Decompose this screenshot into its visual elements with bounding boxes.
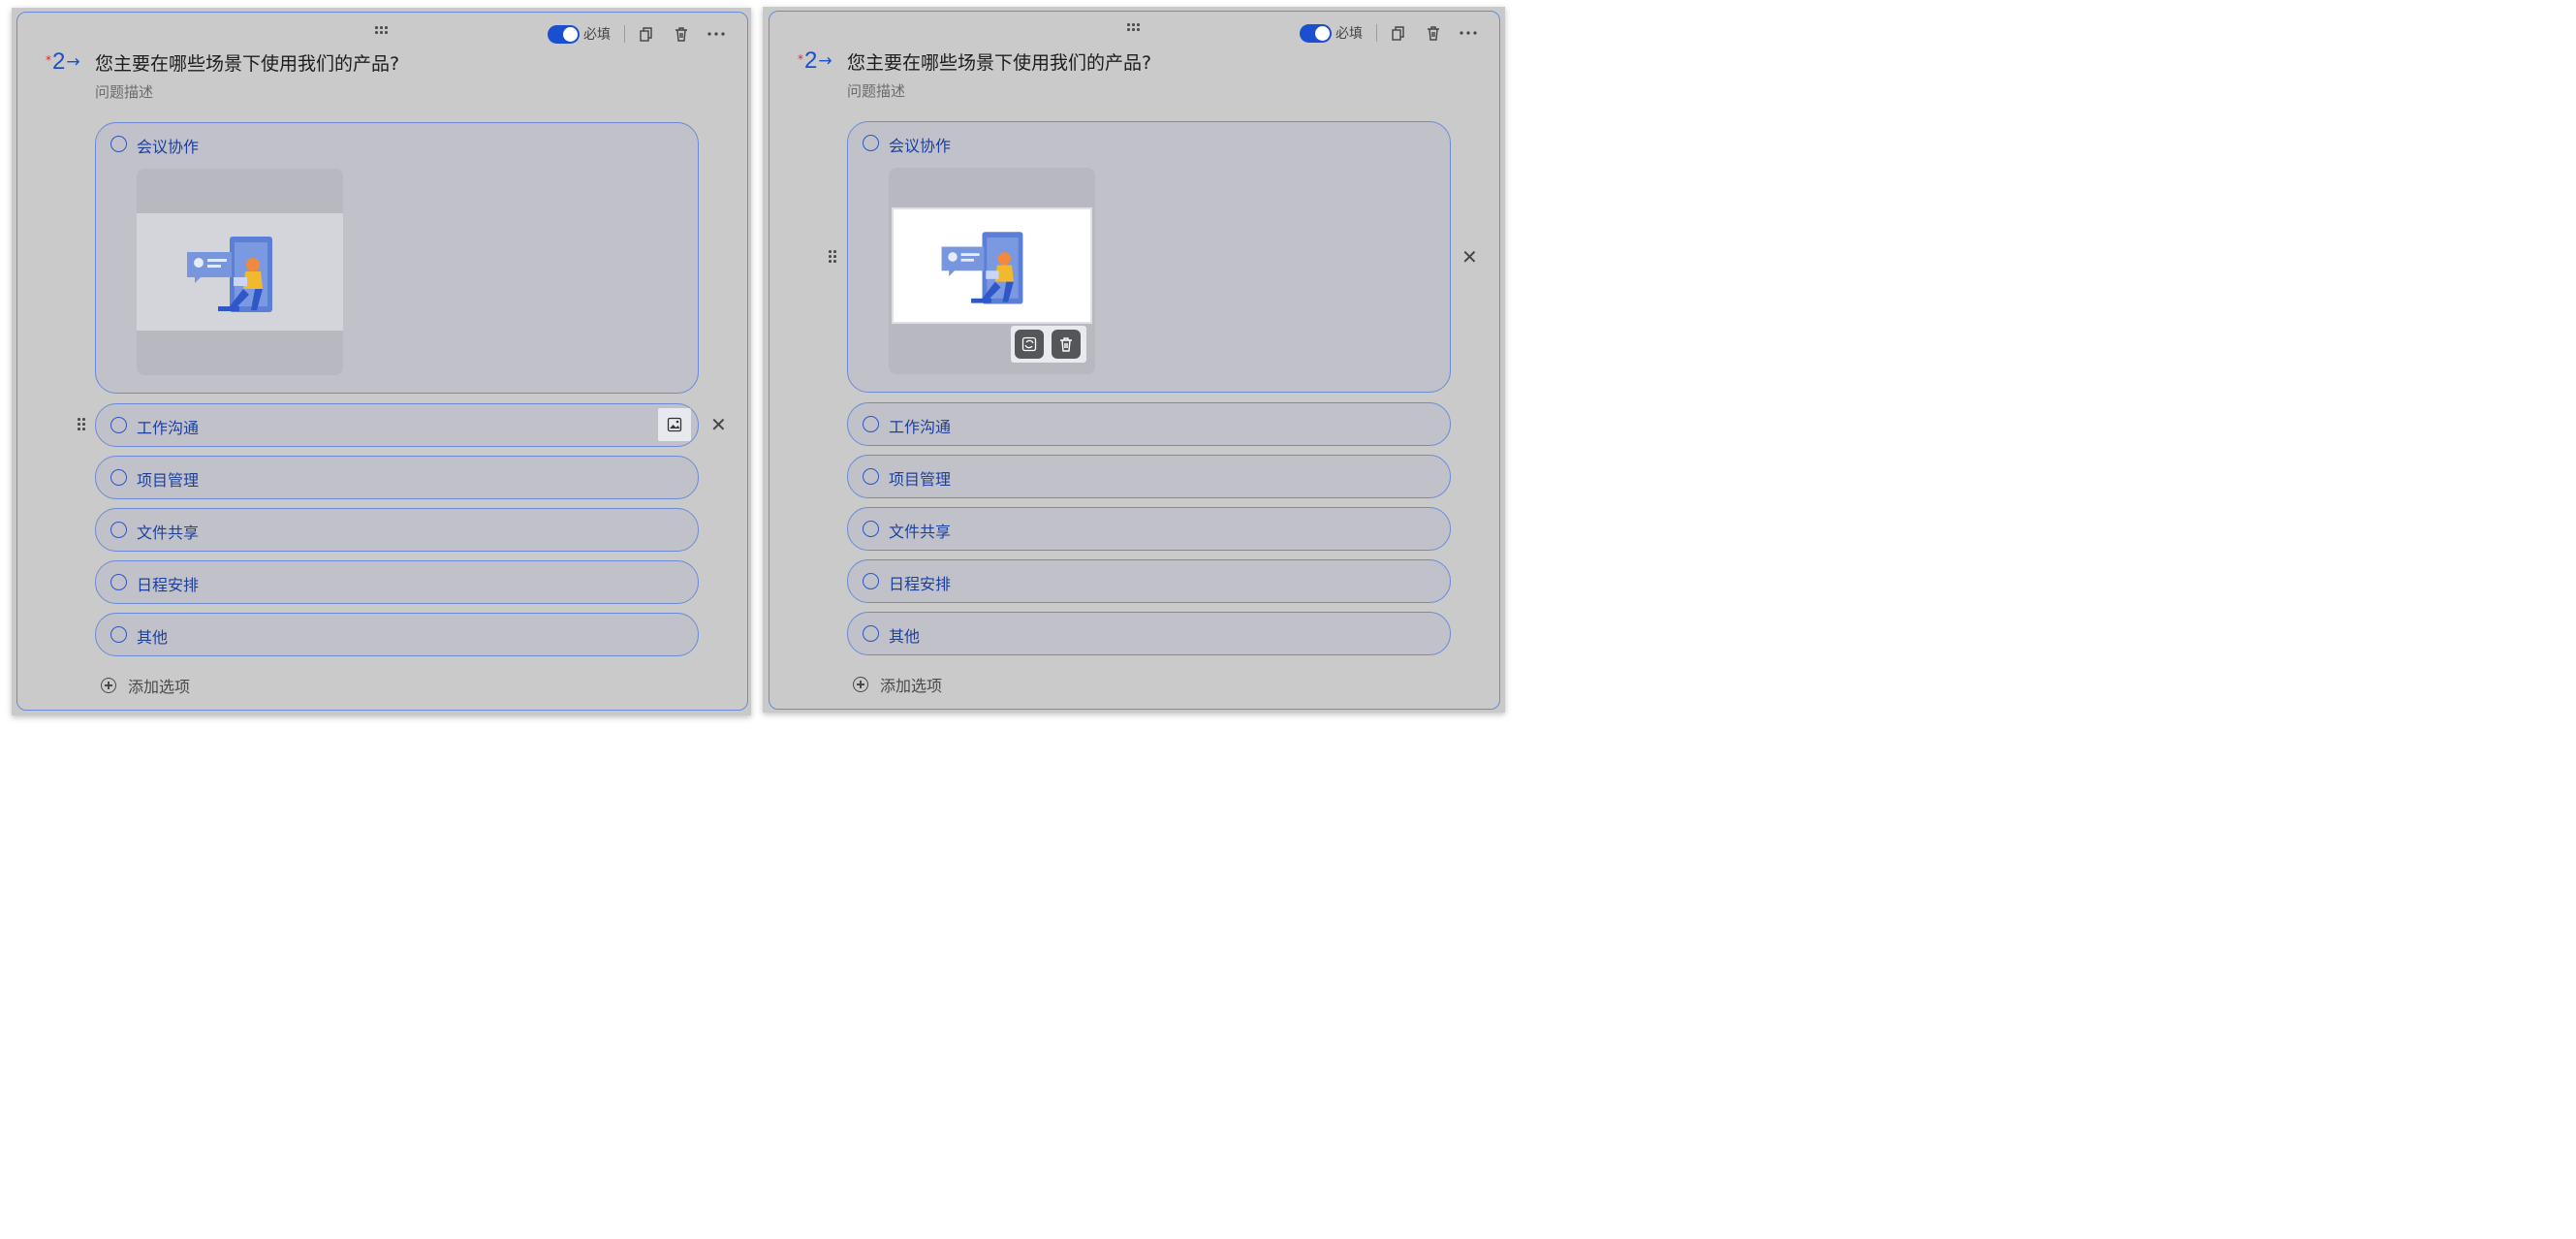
option-item-2[interactable]: 工作沟通	[847, 402, 1451, 446]
copy-icon[interactable]	[637, 24, 656, 44]
required-mark: *	[798, 52, 803, 66]
option-item-3[interactable]: 项目管理	[847, 455, 1451, 498]
question-card-right: 必填 * 2 → 您主要在哪些场景下使用我们的产品? 问题描述 会议协作 ✕ 工…	[769, 11, 1500, 710]
radio-button[interactable]	[110, 626, 127, 643]
option-item-6[interactable]: 其他	[95, 613, 699, 656]
add-option-button[interactable]: 添加选项	[853, 673, 942, 696]
question-number: * 2 →	[46, 46, 80, 79]
radio-button[interactable]	[863, 416, 879, 432]
required-toggle[interactable]	[548, 24, 580, 44]
card-toolbar: 必填	[1300, 21, 1493, 45]
question-description[interactable]: 问题描述	[95, 81, 153, 102]
option-item-2[interactable]: 工作沟通	[95, 403, 699, 447]
question-title[interactable]: 您主要在哪些场景下使用我们的产品?	[847, 48, 1151, 75]
option-item-4[interactable]: 文件共享	[95, 508, 699, 552]
required-label: 必填	[583, 27, 611, 43]
option-item-5[interactable]: 日程安排	[95, 560, 699, 604]
question-card-left: 必填 * 2 → 您主要在哪些场景下使用我们的产品? 问题描述 会议协作 工作沟…	[16, 12, 748, 711]
option-label-5[interactable]: 日程安排	[889, 571, 951, 594]
illustration-image	[187, 237, 272, 312]
toolbar-divider	[624, 25, 625, 43]
question-number: * 2 →	[798, 45, 832, 78]
question-description[interactable]: 问题描述	[847, 80, 905, 101]
drag-handle-icon[interactable]	[78, 418, 87, 431]
option-item-5[interactable]: 日程安排	[847, 559, 1451, 603]
option-label-1[interactable]: 会议协作	[137, 134, 199, 157]
option-item-4[interactable]: 文件共享	[847, 507, 1451, 551]
option-label-2[interactable]: 工作沟通	[137, 415, 199, 438]
replace-image-button[interactable]	[1015, 330, 1044, 359]
option-label-6[interactable]: 其他	[889, 623, 920, 647]
add-option-button[interactable]: 添加选项	[101, 674, 190, 697]
question-index: 2	[804, 48, 818, 74]
plus-circle-icon	[853, 677, 868, 692]
option-item-3[interactable]: 项目管理	[95, 456, 699, 499]
illustration-image	[941, 232, 1023, 304]
toolbar-divider	[1376, 24, 1377, 42]
option-label-6[interactable]: 其他	[137, 624, 168, 648]
option-label-4[interactable]: 文件共享	[137, 520, 199, 543]
trash-icon	[1060, 336, 1072, 352]
arrow-icon: →	[818, 51, 832, 71]
option-label-4[interactable]: 文件共享	[889, 519, 951, 542]
option-item-1[interactable]: 会议协作	[847, 121, 1451, 393]
close-icon[interactable]: ✕	[710, 415, 727, 434]
question-index: 2	[52, 48, 66, 75]
option-image-container[interactable]	[889, 168, 1095, 374]
option-image	[137, 213, 343, 331]
trash-icon[interactable]	[1424, 23, 1443, 43]
plus-circle-icon	[101, 678, 116, 693]
radio-button[interactable]	[110, 574, 127, 590]
option-label-1[interactable]: 会议协作	[889, 133, 951, 156]
question-title[interactable]: 您主要在哪些场景下使用我们的产品?	[95, 49, 399, 76]
radio-button[interactable]	[863, 468, 879, 485]
radio-button[interactable]	[110, 522, 127, 538]
trash-icon[interactable]	[672, 24, 691, 44]
delete-image-button[interactable]	[1052, 330, 1081, 359]
required-mark: *	[46, 53, 51, 67]
radio-button[interactable]	[110, 136, 127, 152]
radio-button[interactable]	[863, 625, 879, 642]
more-icon[interactable]	[1459, 23, 1478, 43]
option-label-2[interactable]: 工作沟通	[889, 414, 951, 437]
option-label-3[interactable]: 项目管理	[137, 467, 199, 491]
radio-button[interactable]	[110, 417, 127, 433]
card-toolbar: 必填	[548, 22, 741, 46]
arrow-icon: →	[66, 52, 80, 72]
radio-button[interactable]	[863, 573, 879, 589]
drag-handle-icon[interactable]	[375, 26, 394, 36]
radio-button[interactable]	[863, 135, 879, 151]
add-option-label: 添加选项	[128, 678, 191, 696]
drag-handle-icon[interactable]	[1127, 23, 1147, 33]
add-option-label: 添加选项	[880, 677, 943, 695]
close-icon[interactable]: ✕	[1461, 247, 1478, 267]
drag-handle-icon[interactable]	[829, 250, 838, 264]
option-item-6[interactable]: 其他	[847, 612, 1451, 655]
add-image-button[interactable]	[658, 408, 691, 441]
copy-icon[interactable]	[1389, 23, 1408, 43]
option-image	[892, 207, 1092, 324]
option-item-1[interactable]: 会议协作	[95, 122, 699, 394]
option-label-3[interactable]: 项目管理	[889, 466, 951, 490]
required-label: 必填	[1335, 26, 1363, 42]
required-toggle[interactable]	[1300, 23, 1332, 43]
radio-button[interactable]	[110, 469, 127, 486]
option-image-container[interactable]	[137, 169, 343, 375]
radio-button[interactable]	[863, 521, 879, 537]
option-label-5[interactable]: 日程安排	[137, 572, 199, 595]
more-icon[interactable]	[707, 24, 726, 44]
image-icon	[667, 417, 682, 432]
replace-image-icon	[1021, 336, 1037, 352]
